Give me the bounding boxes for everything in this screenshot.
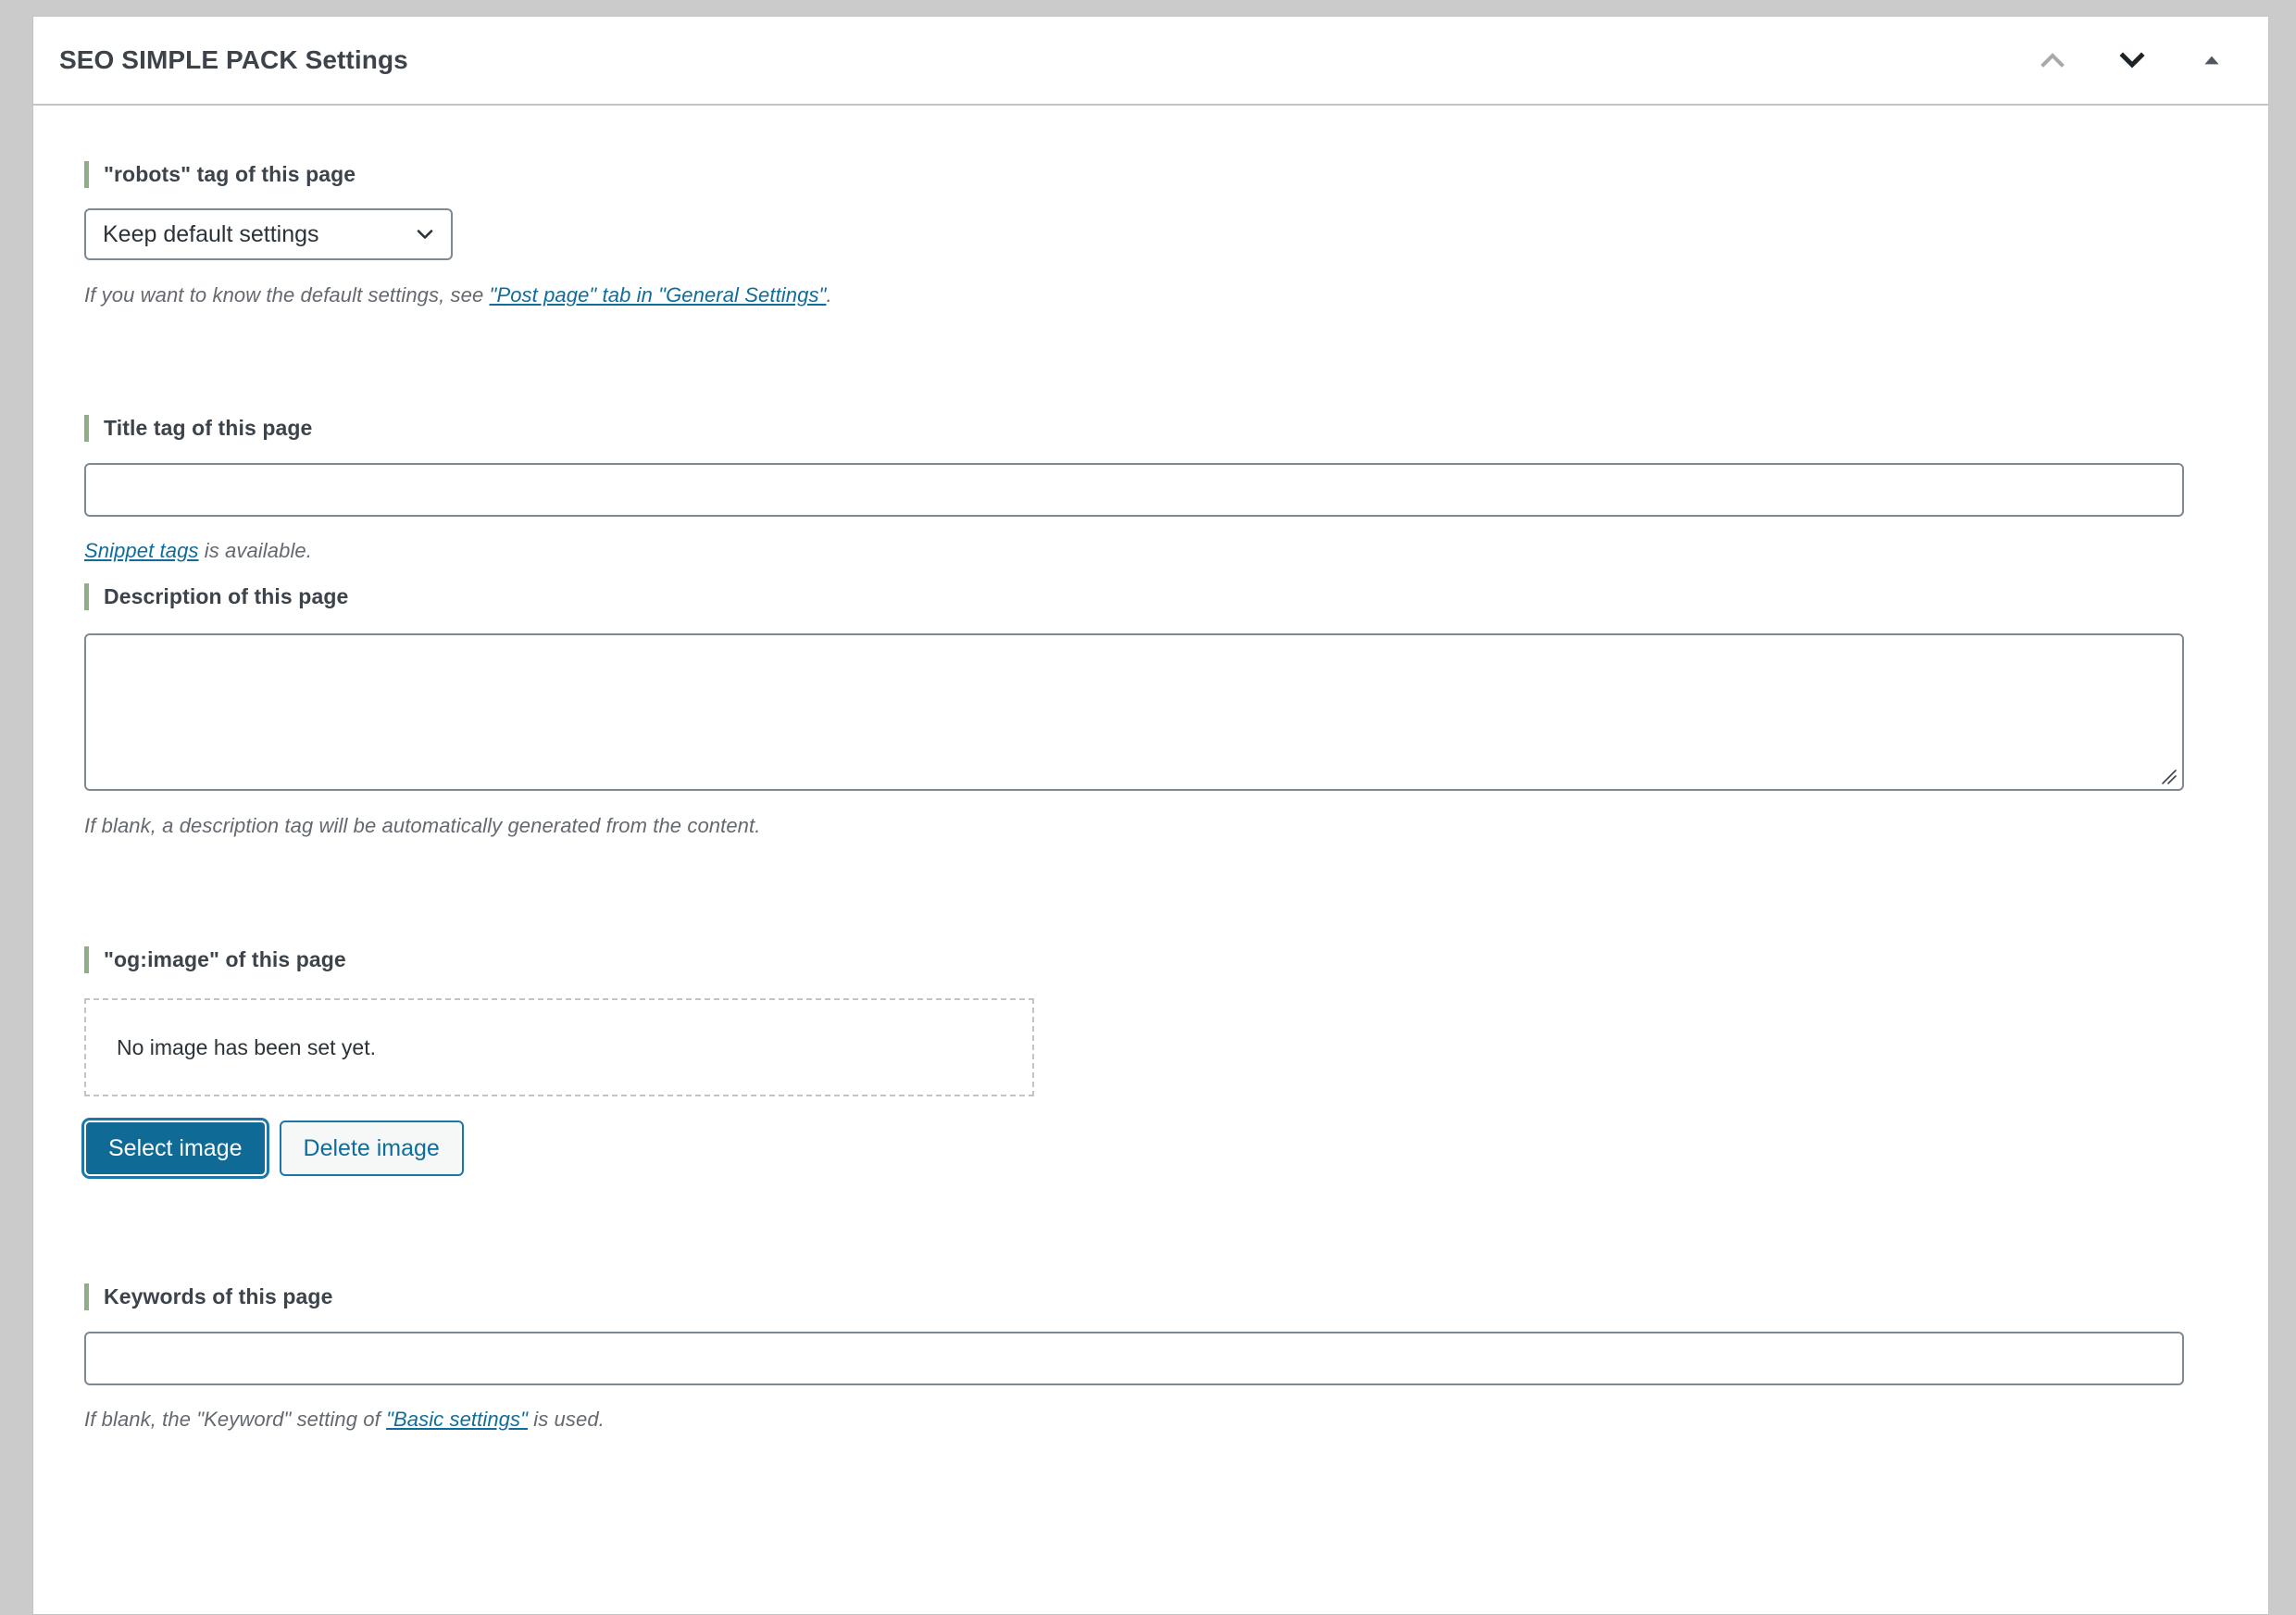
title-tag-input[interactable] <box>84 463 2184 517</box>
robots-help-text: If you want to know the default settings… <box>84 282 832 309</box>
accent-bar-icon <box>84 161 89 188</box>
og-image-button-row: Select image Delete image <box>84 1120 1034 1176</box>
keywords-help-suffix: is used. <box>528 1408 605 1431</box>
field-label-og-image: "og:image" of this page <box>104 947 346 971</box>
title-help-suffix: is available. <box>198 539 312 562</box>
description-help-text: If blank, a description tag will be auto… <box>84 814 761 837</box>
field-title-tag: Title tag of this page Snippet tags is a… <box>84 415 2184 565</box>
chevron-down-icon <box>2114 42 2151 79</box>
accent-bar-icon <box>84 946 89 973</box>
snippet-tags-link[interactable]: Snippet tags <box>84 539 199 562</box>
field-label-keywords: Keywords of this page <box>104 1284 333 1308</box>
select-image-button[interactable]: Select image <box>84 1120 267 1176</box>
og-image-empty-text: No image has been set yet. <box>117 1034 376 1059</box>
move-down-button[interactable] <box>2092 17 2172 104</box>
header-actions <box>2013 17 2252 104</box>
basic-settings-link[interactable]: "Basic settings" <box>386 1408 528 1431</box>
general-settings-link[interactable]: "Post page" tab in "General Settings" <box>490 283 827 307</box>
chevron-down-icon <box>412 221 438 247</box>
chevron-up-icon <box>2034 42 2071 79</box>
robots-help-suffix: . <box>826 283 832 307</box>
description-textarea[interactable] <box>84 633 2184 791</box>
field-heading-og-image: "og:image" of this page <box>84 946 1034 973</box>
accent-bar-icon <box>84 415 89 442</box>
field-description: Description of this page If blank, a des… <box>84 583 2184 840</box>
field-heading-description: Description of this page <box>84 583 2184 610</box>
title-help-text: Snippet tags is available. <box>84 538 2184 565</box>
toggle-panel-button[interactable] <box>2172 17 2252 104</box>
field-keywords: Keywords of this page If blank, the "Key… <box>84 1283 2184 1433</box>
move-up-button[interactable] <box>2013 17 2092 104</box>
description-textarea-wrap <box>84 633 2184 791</box>
field-robots-tag: "robots" tag of this page Keep default s… <box>84 161 832 309</box>
accent-bar-icon <box>84 583 89 610</box>
accent-bar-icon <box>84 1283 89 1310</box>
page-title: SEO SIMPLE PACK Settings <box>59 45 408 74</box>
robots-select[interactable]: Keep default settings <box>84 208 453 260</box>
field-heading-keywords: Keywords of this page <box>84 1283 2184 1310</box>
field-label-description: Description of this page <box>104 584 349 608</box>
field-heading-title: Title tag of this page <box>84 415 2184 442</box>
keywords-input[interactable] <box>84 1332 2184 1385</box>
keywords-help-prefix: If blank, the "Keyword" setting of <box>84 1408 387 1431</box>
delete-image-button[interactable]: Delete image <box>279 1120 464 1176</box>
field-label-title: Title tag of this page <box>104 416 313 440</box>
field-heading-robots: "robots" tag of this page <box>84 161 832 188</box>
keywords-help-text: If blank, the "Keyword" setting of "Basi… <box>84 1407 2184 1433</box>
seo-simple-pack-metabox: SEO SIMPLE PACK Settings "robots" tag of… <box>32 16 2269 1615</box>
field-label-robots: "robots" tag of this page <box>104 162 356 186</box>
robots-help-prefix: If you want to know the default settings… <box>84 283 490 307</box>
metabox-header: SEO SIMPLE PACK Settings <box>33 17 2268 106</box>
og-image-preview-box: No image has been set yet. <box>84 998 1034 1096</box>
field-og-image: "og:image" of this page No image has bee… <box>84 946 1034 1176</box>
triangle-up-icon <box>2200 48 2224 72</box>
robots-select-value: Keep default settings <box>103 220 319 247</box>
